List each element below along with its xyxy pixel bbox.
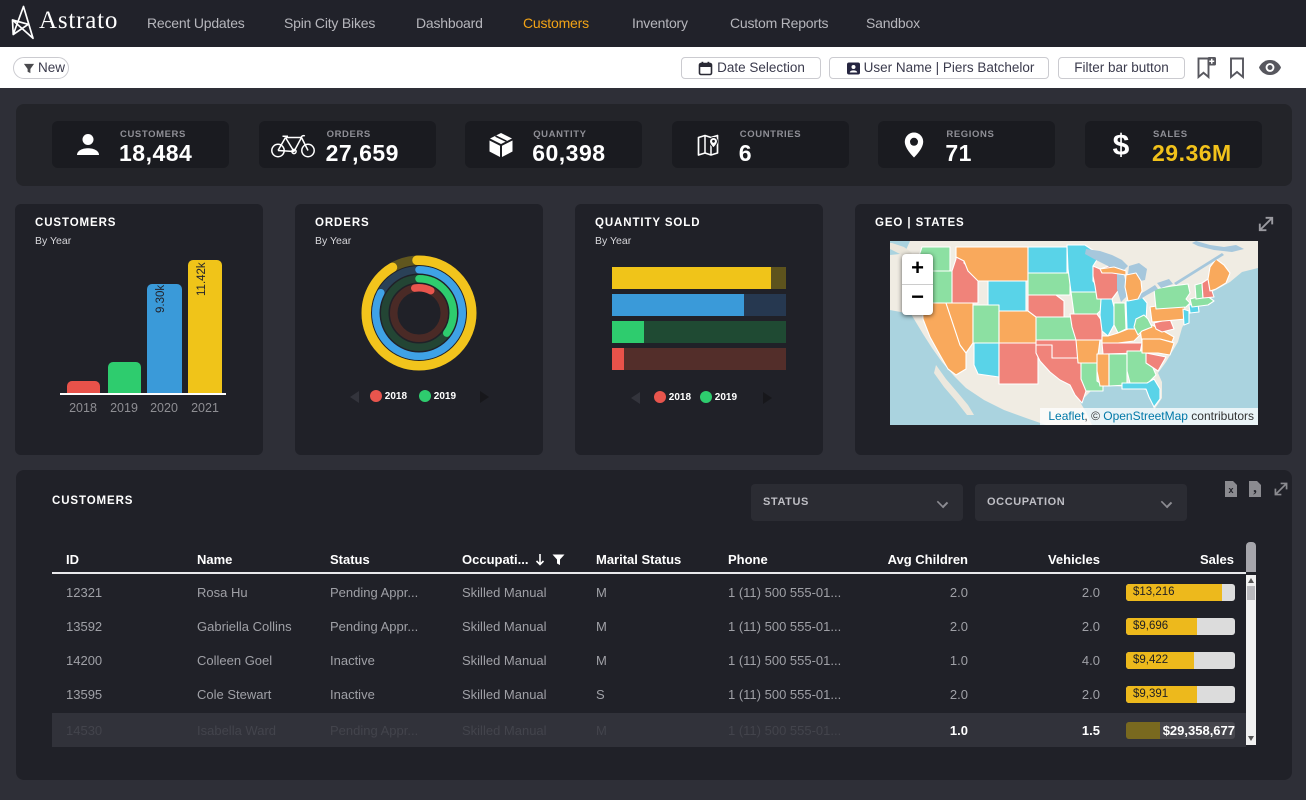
svg-text:$: $ <box>1113 131 1130 159</box>
svg-text:x: x <box>1228 485 1233 495</box>
svg-text:Leaflet, © OpenStreetMap contr: Leaflet, © OpenStreetMap contributors <box>1048 409 1254 423</box>
svg-text:,: , <box>1253 480 1257 496</box>
